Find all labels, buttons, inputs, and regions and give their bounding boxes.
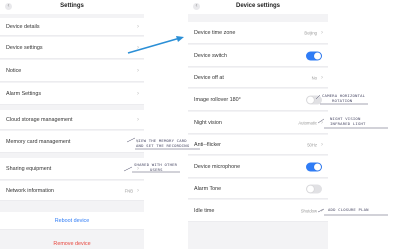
device-switch-toggle[interactable] [306,51,322,60]
device-microphone-item: Device microphone [188,156,328,178]
arrowhead-icon [176,36,184,42]
sharing-note: SHARED WITH OTHER USERS [134,162,178,172]
device-settings-header: ‹ Device settings [188,0,328,14]
reboot-device-button[interactable]: Reboot device [0,218,144,224]
image-rollover-item: Image rollover 180° [188,89,328,111]
settings-header: ‹ Settings [0,0,144,14]
idle-note: ADD CLOSURE PLAN [328,207,369,212]
notice-item[interactable]: Notice › [0,60,144,82]
chevron-right-icon: › [137,44,139,51]
time-zone-item[interactable]: Device time zone Beijing › [188,22,328,44]
memory-card-note: VIEW THE MEMORY CARD AND SET THE RECORDI… [136,138,190,148]
device-settings-item[interactable]: Device settings › [0,37,144,59]
device-settings-panel: ‹ Device settings Device time zone Beiji… [188,0,328,249]
anti-flicker-item[interactable]: Anti--flicker 50Hz › [188,135,328,155]
chevron-right-icon: › [321,74,323,81]
reboot-row[interactable]: Reboot device [0,212,144,230]
device-off-at-item[interactable]: Device off at No › [188,68,328,88]
chevron-right-icon: › [321,207,323,214]
chevron-right-icon: › [137,187,139,194]
night-vision-item[interactable]: Night vision Automatic › [188,112,328,134]
page-title: Settings [60,3,84,9]
chevron-right-icon: › [137,90,139,97]
chevron-right-icon: › [137,116,139,123]
network-information-item[interactable]: Network information FNB › [0,181,144,201]
alarm-tone-item: Alarm Tone [188,179,328,199]
rotation-note: CAMERA HORIZONTAL ROTATION [322,93,366,103]
chevron-right-icon: › [137,23,139,30]
device-switch-item: Device switch [188,45,328,67]
alarm-tone-toggle[interactable] [306,184,322,193]
idle-time-item[interactable]: Idle time Shutdow › [188,200,328,222]
alarm-settings-item[interactable]: Alarm Settings › [0,83,144,105]
memory-card-item[interactable]: Memory card management › [0,131,144,153]
chevron-right-icon: › [321,119,323,126]
device-details-item[interactable]: Device details › [0,18,144,36]
remove-device-button[interactable]: Remove device [0,241,144,247]
night-vision-note: NIGHT VISION INFRARED LIGHT [330,116,366,126]
settings-panel: ‹ Settings Device details › Device setti… [0,0,144,249]
image-rollover-toggle[interactable] [306,95,322,104]
chevron-right-icon: › [321,29,323,36]
cloud-storage-item[interactable]: Cloud storage management › [0,110,144,130]
chevron-right-icon: › [137,67,139,74]
device-microphone-toggle[interactable] [306,162,322,171]
sharing-equipment-item[interactable]: Sharing equipment › [0,158,144,180]
chevron-right-icon: › [321,141,323,148]
page-title: Device settings [235,3,281,9]
